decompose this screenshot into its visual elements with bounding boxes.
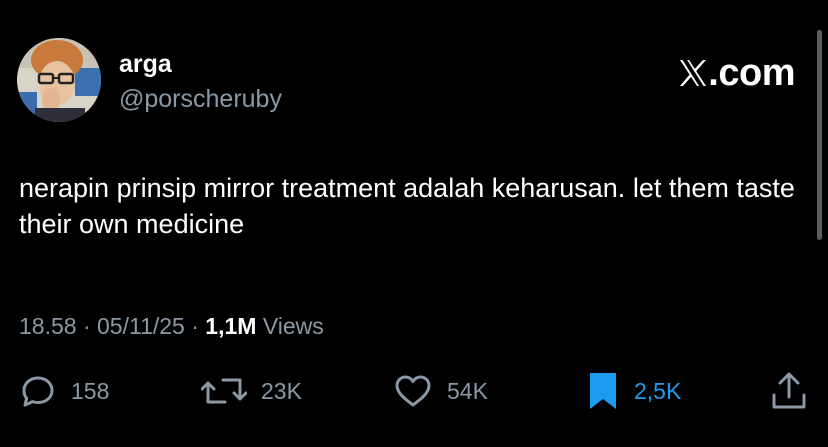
repost-icon xyxy=(201,378,247,404)
bookmark-button[interactable]: 2,5K xyxy=(586,368,681,414)
author-handle[interactable]: @porscheruby xyxy=(119,84,282,114)
author-display-name[interactable]: arga xyxy=(119,49,172,79)
meta-separator: · xyxy=(191,313,199,339)
action-bar: 158 23K 54K 2,5K xyxy=(0,368,828,414)
x-logo-icon xyxy=(678,52,708,92)
tweet-text: nerapin prinsip mirror treatment adalah … xyxy=(19,173,795,239)
bookmark-icon xyxy=(590,373,616,409)
like-button[interactable]: 54K xyxy=(393,368,488,414)
share-button[interactable] xyxy=(770,368,808,414)
scrollbar[interactable] xyxy=(817,30,822,240)
views-label: Views xyxy=(262,313,324,339)
share-icon xyxy=(772,372,806,409)
avatar-image xyxy=(17,38,101,122)
tweet-date[interactable]: 05/11/25 xyxy=(97,313,185,339)
reply-icon xyxy=(22,376,54,407)
reply-button[interactable]: 158 xyxy=(19,368,109,414)
like-count: 54K xyxy=(447,377,488,404)
tweet-card: arga @porscheruby .com nerapin prinsip m… xyxy=(0,0,828,447)
heart-icon xyxy=(395,375,431,407)
bookmark-count: 2,5K xyxy=(634,377,682,404)
meta-separator: · xyxy=(82,313,91,339)
x-com-logo: .com xyxy=(678,52,795,93)
repost-button[interactable]: 23K xyxy=(201,368,302,414)
reply-count: 158 xyxy=(71,377,110,404)
views-count: 1,1M xyxy=(205,313,257,339)
repost-count: 23K xyxy=(261,377,302,404)
tweet-meta: 18.58 · 05/11/25 · 1,1M Views xyxy=(19,312,324,340)
x-logo-text: .com xyxy=(708,52,795,94)
tweet-time[interactable]: 18.58 xyxy=(19,313,77,339)
avatar[interactable] xyxy=(17,38,101,122)
